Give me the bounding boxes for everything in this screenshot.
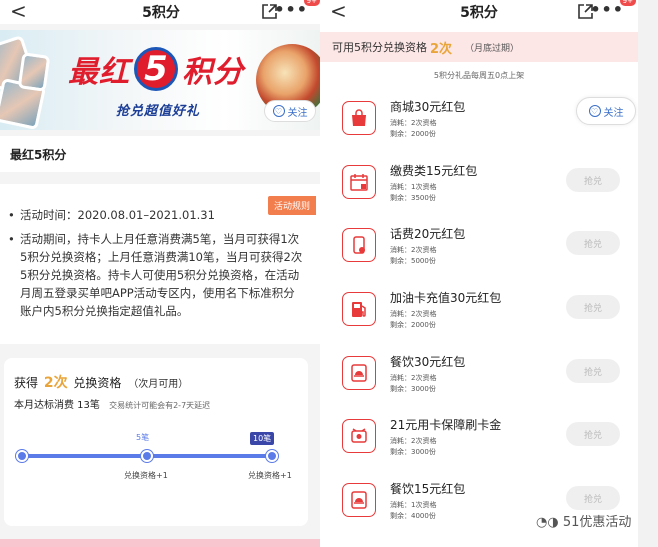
dining-icon [342, 483, 376, 517]
back-icon[interactable]: < [330, 1, 347, 21]
follow-button[interactable]: ♡ 关注 [576, 97, 636, 125]
heart-icon: ♡ [588, 105, 601, 117]
item-cost: 消耗：2次资格 [390, 374, 437, 382]
bottom-strip [0, 539, 322, 547]
follow-label: 关注 [603, 107, 624, 119]
bag-icon [342, 101, 376, 135]
rule-text: 活动期间，持卡人上月任意消费满5笔，当月可获得1次5积分兑换资格；上月任意消费满… [20, 232, 303, 318]
spend-stat: 本月达标消费 13笔 交易统计可能会有2-7天延迟 [14, 396, 210, 411]
delay-note: 交易统计可能会有2-7天延迟 [109, 401, 211, 410]
list-item: 21元用卡保障刷卡金 消耗：2次资格 剩余：3000份 抢兑 [320, 414, 638, 474]
more-icon[interactable]: ••• [590, 0, 624, 19]
progress-node-start [16, 450, 28, 462]
redeem-button[interactable]: 抢兑 [566, 231, 620, 255]
calendar-icon [342, 165, 376, 199]
item-title: 话费20元红包 [390, 227, 466, 241]
more-icon[interactable]: ••• [274, 0, 308, 19]
label: 获得 [14, 376, 39, 390]
top-nav-bar: < 5积分 ••• 9+ [0, 0, 322, 24]
five-badge: 5 [134, 47, 178, 91]
follow-button[interactable]: ♡ 关注 [264, 100, 316, 122]
item-cost: 消耗：2次资格 [390, 437, 437, 445]
item-cost: 消耗：1次资格 [390, 183, 437, 191]
left-screen: < 5积分 ••• 9+ 最红 5 积分 抢兑超值好礼 ♡ 关注 最红5积分 活… [0, 0, 322, 547]
rules-card: 活动规则 • 活动时间：2020.08.01–2021.01.31 • 活动期间… [0, 184, 322, 344]
item-title: 缴费类15元红包 [390, 164, 478, 178]
page-title: 5积分 [142, 5, 180, 21]
item-cost: 消耗：1次资格 [390, 501, 437, 509]
milestone-5-label: 5笔 [136, 433, 150, 442]
list-item: 加油卡充值30元红包 消耗：2次资格 剩余：2000份 抢兑 [320, 287, 638, 347]
notification-badge: 9+ [303, 0, 320, 6]
redeem-button[interactable]: 抢兑 [566, 359, 620, 383]
milestone-5-reward: 兑换资格+1 [124, 471, 168, 480]
shelf-note: 5积分礼品每周五0点上架 [433, 71, 525, 80]
progress-track [16, 450, 278, 462]
rule-item: • 活动期间，持卡人上月任意消费满5笔，当月可获得1次5积分兑换资格；上月任意消… [8, 230, 306, 320]
item-title: 餐饮30元红包 [390, 355, 466, 369]
stat-text: 本月达标消费 13笔 [14, 400, 100, 411]
item-title: 加油卡充值30元红包 [390, 291, 502, 305]
qualification-count: 2次 [43, 375, 68, 391]
item-remaining: 剩余：4000份 [390, 512, 436, 520]
available-qualification-bar: 可用5积分兑换资格 2次 （月底过期） [320, 32, 638, 62]
available-count: 2次 [430, 41, 453, 57]
notification-badge: 9+ [619, 0, 636, 6]
fuel-icon [342, 292, 376, 326]
expiry-note: （月底过期） [465, 43, 520, 54]
redeem-button[interactable]: 抢兑 [566, 295, 620, 319]
label: 兑换资格 [73, 376, 122, 390]
progress-node-5 [141, 450, 153, 462]
item-title: 餐饮15元红包 [390, 482, 466, 496]
phone-icon [342, 228, 376, 262]
list-item: 话费20元红包 消耗：2次资格 剩余：5000份 抢兑 [320, 223, 638, 283]
item-remaining: 剩余：2000份 [390, 321, 436, 329]
alarm-icon [342, 419, 376, 453]
banner-subtitle: 抢兑超值好礼 [116, 104, 201, 119]
top-nav-bar: < 5积分 ••• 9+ [320, 0, 638, 24]
heart-icon: ♡ [272, 105, 285, 117]
milestone-10-label: 10笔 [250, 432, 275, 445]
dining-icon [342, 356, 376, 390]
right-screen: < 5积分 ••• 9+ 可用5积分兑换资格 2次 （月底过期） 5积分礼品每周… [320, 0, 638, 547]
bullet: • [8, 208, 15, 222]
banner-title-part: 最红 [68, 55, 130, 90]
item-cost: 消耗：2次资格 [390, 310, 437, 318]
label: 可用5积分兑换资格 [332, 41, 427, 54]
progress-card: 获得 2次 兑换资格 （次月可用） 本月达标消费 13笔 交易统计可能会有2-7… [4, 358, 308, 526]
photo-collage [0, 34, 51, 130]
label: （次月可用） [128, 379, 189, 390]
watermark-text: 51优惠活动 [562, 515, 632, 530]
promo-banner: 最红 5 积分 抢兑超值好礼 ♡ 关注 [0, 30, 322, 130]
redeem-button[interactable]: 抢兑 [566, 422, 620, 446]
rule-item: • 活动时间：2020.08.01–2021.01.31 [8, 206, 306, 224]
item-title: 21元用卡保障刷卡金 [390, 418, 502, 432]
item-cost: 消耗：2次资格 [390, 119, 437, 127]
activity-name: 最红5积分 [0, 136, 322, 172]
item-title: 商城30元红包 [390, 100, 466, 114]
item-remaining: 剩余：3000份 [390, 448, 436, 456]
progress-node-10 [266, 450, 278, 462]
follow-label: 关注 [287, 107, 308, 119]
rule-text: 活动时间：2020.08.01–2021.01.31 [20, 208, 215, 222]
item-remaining: 剩余：3500份 [390, 194, 436, 202]
redeem-button[interactable]: 抢兑 [566, 486, 620, 510]
item-remaining: 剩余：2000份 [390, 130, 436, 138]
item-cost: 消耗：2次资格 [390, 246, 437, 254]
back-icon[interactable]: < [10, 1, 27, 21]
wechat-icon: ◔◑ [536, 515, 563, 530]
page-title: 5积分 [460, 5, 498, 21]
milestone-10-reward: 兑换资格+1 [248, 471, 292, 480]
list-item: 缴费类15元红包 消耗：1次资格 剩余：3500份 抢兑 [320, 160, 638, 220]
list-item: 餐饮30元红包 消耗：2次资格 剩余：3000份 抢兑 [320, 351, 638, 411]
item-remaining: 剩余：5000份 [390, 257, 436, 265]
redeem-button[interactable]: 抢兑 [566, 168, 620, 192]
banner-title: 最红 5 积分 [68, 44, 244, 94]
bullet: • [8, 232, 15, 246]
watermark: ◔◑ 51优惠活动 [536, 511, 631, 530]
item-remaining: 剩余：3000份 [390, 385, 436, 393]
qualification-title: 获得 2次 兑换资格 （次月可用） [14, 372, 188, 392]
banner-title-part: 积分 [182, 55, 244, 90]
